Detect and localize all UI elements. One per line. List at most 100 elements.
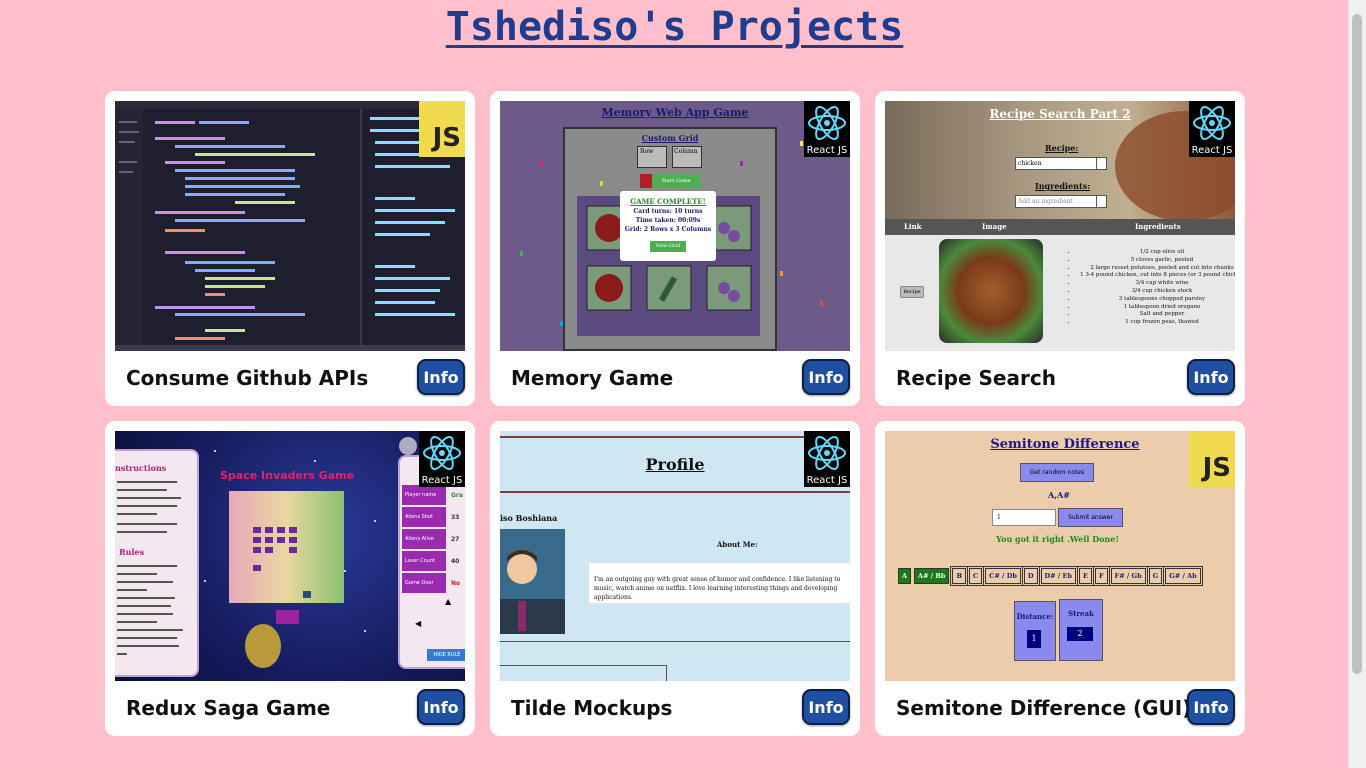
- project-card: Recipe Search Part 2 Recipe: chicken Ing…: [875, 91, 1245, 406]
- ingredient-list: 1/2 cup olive oil5 cloves garlic, peeled…: [1065, 249, 1235, 327]
- stat-label: Laser Count: [402, 551, 446, 571]
- project-card: Profile iso Boshiana About Me: I'm an ou…: [490, 421, 860, 736]
- recipe-image: [939, 239, 1043, 343]
- note-key: F# / Gb: [1108, 566, 1148, 586]
- project-title: Redux Saga Game: [126, 696, 331, 720]
- badge-label: React JS: [806, 475, 848, 486]
- stat-label: Aliens Alive: [402, 529, 446, 549]
- ingredient-item: 3/4 cup white wine: [1077, 280, 1235, 288]
- js-logo-icon: JS: [419, 101, 465, 157]
- preview-col: Image: [982, 222, 1007, 231]
- preview-col: Ingredients: [1135, 222, 1181, 231]
- avatar: [500, 529, 565, 634]
- preview-recipe-input: chicken: [1015, 157, 1097, 170]
- project-thumbnail[interactable]: JS: [115, 101, 465, 351]
- preview-about: About Me:: [717, 540, 758, 549]
- info-button[interactable]: Info: [417, 689, 465, 725]
- ingredient-item: 1 3-4 pound chicken, cut into 8 pieces (…: [1077, 272, 1235, 280]
- alien-invaders: [253, 527, 311, 598]
- project-title: Tilde Mockups: [511, 696, 673, 720]
- note-key: F: [1093, 566, 1110, 586]
- info-button[interactable]: Info: [1187, 359, 1235, 395]
- note-key: G: [1146, 566, 1165, 586]
- stat-row: Player name Gra: [402, 485, 465, 505]
- preview-ingredients-input: Add an ingredient: [1015, 195, 1097, 208]
- preview-line: Time taken: 00:09s: [635, 217, 701, 224]
- info-button[interactable]: Info: [802, 359, 850, 395]
- ingredient-item: Salt and pepper: [1077, 311, 1235, 319]
- project-title: Consume Github APIs: [126, 366, 369, 390]
- note-key: C# / Db: [983, 566, 1023, 586]
- note-key: A# / Bb: [914, 568, 950, 584]
- stat-value: Gra: [451, 491, 463, 499]
- preview-heading: Space Invaders Game: [220, 469, 355, 482]
- react-logo-icon: React JS: [1189, 101, 1235, 157]
- project-thumbnail[interactable]: Profile iso Boshiana About Me: I'm an ou…: [500, 431, 850, 681]
- left-arrow-icon: ◀: [415, 619, 422, 628]
- project-thumbnail[interactable]: Memory Web App Game Custom Grid Row Colu…: [500, 101, 850, 351]
- instruction-lines: [117, 481, 183, 655]
- preview-answer-input: 1: [992, 509, 1056, 526]
- react-logo-icon: React JS: [804, 101, 850, 157]
- info-button[interactable]: Info: [1187, 689, 1235, 725]
- preview-feedback: You got it right .Well Done!: [996, 534, 1119, 544]
- badge-label: React JS: [421, 475, 463, 486]
- project-card: JS Consume Github APIs Info: [105, 91, 475, 406]
- badge-label: React JS: [806, 145, 848, 156]
- stat-label: Player name: [402, 485, 446, 505]
- preview-distance-label: Distance:: [1016, 612, 1054, 621]
- preview-about-text: I'm an outgoing guy with great sense of …: [594, 576, 841, 601]
- up-arrow-icon: ▲: [445, 597, 452, 606]
- stats-table: Player name Gra Aliens Shot 33 Aliens Alive 2…: [402, 485, 465, 595]
- badge-label: React JS: [1191, 145, 1233, 156]
- project-card: nstructions Rules Space Invaders Game Pl…: [105, 421, 475, 736]
- ingredient-item: 3 tablespoons chopped parsley: [1077, 296, 1235, 304]
- stat-row: Aliens Shot 33: [402, 507, 465, 527]
- preview-notes: A,A#: [1048, 490, 1070, 500]
- preview-get-notes-button: Get random notes: [1020, 463, 1094, 482]
- preview-submit-button: Submit answer: [1058, 508, 1123, 527]
- stat-row: Aliens Alive 27: [402, 529, 465, 549]
- project-thumbnail[interactable]: Recipe Search Part 2 Recipe: chicken Ing…: [885, 101, 1235, 351]
- preview-line: Card turns: 10 turns: [633, 208, 703, 215]
- project-title: Memory Game: [511, 366, 674, 390]
- info-button[interactable]: Info: [802, 689, 850, 725]
- info-button[interactable]: Info: [417, 359, 465, 395]
- stat-label: Game Over: [402, 573, 446, 593]
- ingredient-item: 1 tablespoon dried oregano: [1077, 304, 1235, 312]
- page-title: Tshediso's Projects: [445, 4, 904, 50]
- preview-streak-label: Streak: [1068, 609, 1094, 618]
- preview-streak-value: 2: [1067, 627, 1093, 641]
- preview-heading: Recipe Search Part 2: [989, 107, 1131, 121]
- ingredient-item: 5 cloves garlic, peeled: [1077, 257, 1235, 265]
- project-thumbnail[interactable]: Semitone Difference Get random notes A,A…: [885, 431, 1235, 681]
- vertical-scrollbar[interactable]: [1348, 0, 1366, 768]
- note-key: E: [1077, 566, 1094, 586]
- preview-heading: Semitone Difference: [990, 437, 1140, 452]
- preview-recipe-label: Recipe:: [1045, 143, 1079, 153]
- preview-col: Link: [904, 222, 922, 231]
- preview-ingredients-label: Ingredients:: [1035, 181, 1091, 191]
- project-thumbnail[interactable]: nstructions Rules Space Invaders Game Pl…: [115, 431, 465, 681]
- stat-value: 40: [451, 557, 460, 565]
- project-card: Semitone Difference Get random notes A,A…: [875, 421, 1245, 736]
- project-card: Memory Web App Game Custom Grid Row Colu…: [490, 91, 860, 406]
- note-key: B: [950, 566, 968, 586]
- note-keys: A A# / Bb B C C# / Db D D# / Eb E F F# / Gb G G# / …: [898, 566, 1203, 586]
- preview-line: Grid: 2 Rows x 3 Columns: [624, 226, 712, 233]
- note-key: D: [1021, 566, 1040, 586]
- stat-value: No: [451, 579, 461, 587]
- ingredient-item: 1/2 cup olive oil: [1077, 249, 1235, 257]
- preview-new-grid-button: New Grid: [650, 241, 686, 252]
- react-logo-icon: React JS: [804, 431, 850, 487]
- note-key: G# / Ab: [1163, 566, 1203, 586]
- note-key: A: [898, 568, 912, 584]
- stat-row: Game Over No: [402, 573, 465, 593]
- react-logo-icon: React JS: [419, 431, 465, 487]
- ingredient-item: 1 cup frozen peas, thawed: [1077, 319, 1235, 327]
- note-key: C: [966, 566, 985, 586]
- preview-recipe-button: Recipe: [900, 286, 924, 298]
- stat-value: 27: [451, 535, 460, 543]
- scrollbar-thumb[interactable]: [1352, 14, 1362, 674]
- ingredient-item: 3/4 cup chicken stock: [1077, 288, 1235, 296]
